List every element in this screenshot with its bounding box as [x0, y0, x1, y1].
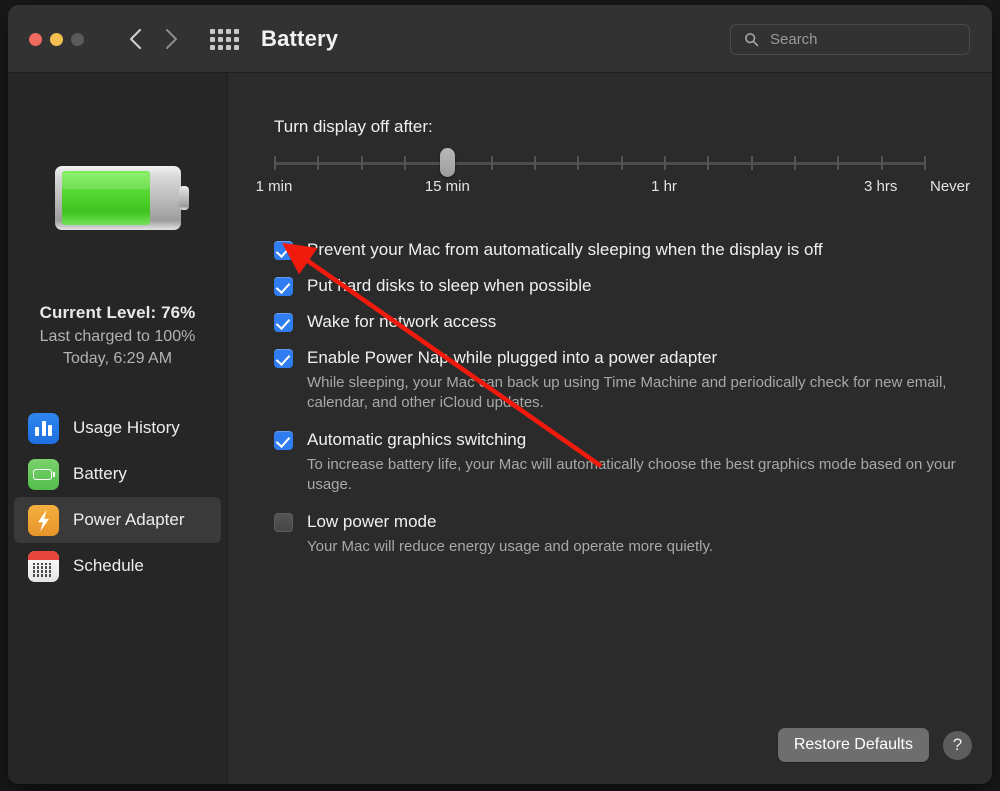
sidebar-item-schedule[interactable]: Schedule: [14, 543, 221, 589]
navigation-buttons: [122, 25, 184, 53]
slider-tick: [577, 156, 580, 170]
option-description: Your Mac will reduce energy usage and op…: [307, 538, 714, 555]
slider-thumb[interactable]: [440, 148, 456, 177]
option-row[interactable]: Put hard disks to sleep when possible: [274, 275, 974, 297]
slider-tick: [534, 156, 536, 170]
slider-track: [274, 162, 924, 165]
power-adapter-icon: [28, 504, 59, 536]
option-description: To increase battery life, your Mac will …: [307, 456, 956, 493]
footer-buttons: Restore Defaults ?: [777, 728, 972, 762]
option-label: Put hard disks to sleep when possible: [307, 276, 592, 295]
checkbox[interactable]: [274, 349, 293, 368]
checkbox[interactable]: [274, 241, 293, 260]
slider-tick: [750, 156, 753, 170]
sidebar-item-usage-history[interactable]: Usage History: [14, 405, 221, 451]
schedule-icon: [28, 550, 59, 582]
sidebar: Current Level: 76% Last charged to 100% …: [8, 73, 227, 784]
option-row[interactable]: Enable Power Nap while plugged into a po…: [274, 347, 974, 369]
option-item: Put hard disks to sleep when possible: [274, 275, 974, 297]
display-sleep-slider[interactable]: [274, 148, 926, 177]
option-item: Automatic graphics switching To increase …: [274, 429, 974, 495]
slider-tick: [664, 156, 666, 170]
slider-label: 3 hrs: [863, 178, 898, 195]
main-panel: Turn display off after: 1 min 15 min 1 hr 3…: [228, 73, 992, 784]
slider-tick-labels: 1 min 15 min 1 hr 3 hrs Never: [256, 178, 974, 198]
page-title: Battery: [261, 26, 339, 51]
screen: Battery Search Current Level: 76% Last c…: [0, 0, 1000, 791]
option-row[interactable]: Low power mode: [274, 511, 974, 533]
checkbox[interactable]: [274, 313, 293, 332]
minimize-button[interactable]: [50, 32, 63, 46]
sidebar-nav-list: Usage History Battery Power Adapter Sche…: [8, 405, 227, 589]
slider-tick: [707, 156, 710, 170]
last-charged-time-label: Today, 6:29 AM: [62, 350, 173, 367]
show-all-grid-icon[interactable]: [209, 24, 239, 54]
checkbox[interactable]: [274, 513, 293, 532]
option-label: Enable Power Nap while plugged into a po…: [307, 348, 718, 367]
battery-status-illustration: [53, 162, 193, 235]
slider-tick: [317, 156, 320, 170]
sidebar-item-label: Battery: [73, 464, 127, 483]
option-label: Prevent your Mac from automatically slee…: [307, 240, 823, 259]
option-row[interactable]: Wake for network access: [274, 311, 974, 333]
battery-icon: [28, 458, 59, 490]
option-row[interactable]: Prevent your Mac from automatically slee…: [274, 239, 974, 261]
last-charged-label: Last charged to 100%: [39, 328, 196, 345]
checkbox[interactable]: [274, 277, 293, 296]
slider-label: 1 min: [255, 178, 293, 195]
slider-tick: [924, 156, 926, 170]
search-field[interactable]: Search: [730, 24, 970, 55]
option-label: Low power mode: [307, 512, 437, 531]
battery-preferences-window: Battery Search Current Level: 76% Last c…: [8, 5, 992, 784]
search-icon: [744, 32, 759, 47]
slider-tick: [837, 156, 840, 170]
slider-tick: [404, 156, 406, 170]
forward-chevron-icon[interactable]: [158, 25, 184, 53]
option-item: Low power mode Your Mac will reduce energ…: [274, 511, 974, 557]
slider-label: 15 min: [424, 178, 470, 195]
option-item: Enable Power Nap while plugged into a po…: [274, 347, 974, 413]
sidebar-item-label: Schedule: [73, 556, 144, 575]
slider-tick: [274, 156, 276, 170]
option-description: While sleeping, your Mac can back up usi…: [307, 374, 947, 411]
sidebar-item-label: Usage History: [73, 418, 180, 437]
slider-tick: [880, 156, 883, 170]
zoom-button[interactable]: [71, 32, 84, 46]
back-chevron-icon[interactable]: [122, 25, 148, 53]
option-item: Prevent your Mac from automatically slee…: [274, 239, 974, 261]
restore-defaults-button[interactable]: Restore Defaults: [777, 728, 929, 762]
sidebar-item-power-adapter[interactable]: Power Adapter: [14, 497, 221, 543]
slider-tick: [620, 156, 623, 170]
current-level-label: Current Level: 76%: [39, 303, 196, 322]
title-bar: Battery Search: [8, 5, 992, 73]
display-off-label: Turn display off after:: [274, 117, 433, 136]
help-button[interactable]: ?: [943, 730, 972, 760]
options-list: Prevent your Mac from automatically slee…: [274, 225, 974, 573]
slider-tick: [360, 156, 363, 170]
slider-label: 1 hr: [651, 178, 677, 195]
slider-label: Never: [929, 178, 971, 195]
checkbox[interactable]: [274, 431, 293, 450]
close-button[interactable]: [29, 32, 42, 46]
traffic-lights: [29, 32, 84, 46]
slider-tick: [490, 156, 493, 170]
option-label: Wake for network access: [307, 312, 497, 331]
search-placeholder: Search: [770, 31, 818, 48]
usage-history-icon: [28, 412, 59, 444]
option-label: Automatic graphics switching: [307, 430, 527, 449]
slider-tick: [794, 156, 796, 170]
option-item: Wake for network access: [274, 311, 974, 333]
battery-level-text: Current Level: 76% Last charged to 100% …: [8, 303, 227, 368]
option-row[interactable]: Automatic graphics switching: [274, 429, 974, 451]
sidebar-item-label: Power Adapter: [73, 510, 185, 529]
sidebar-item-battery[interactable]: Battery: [14, 451, 221, 497]
